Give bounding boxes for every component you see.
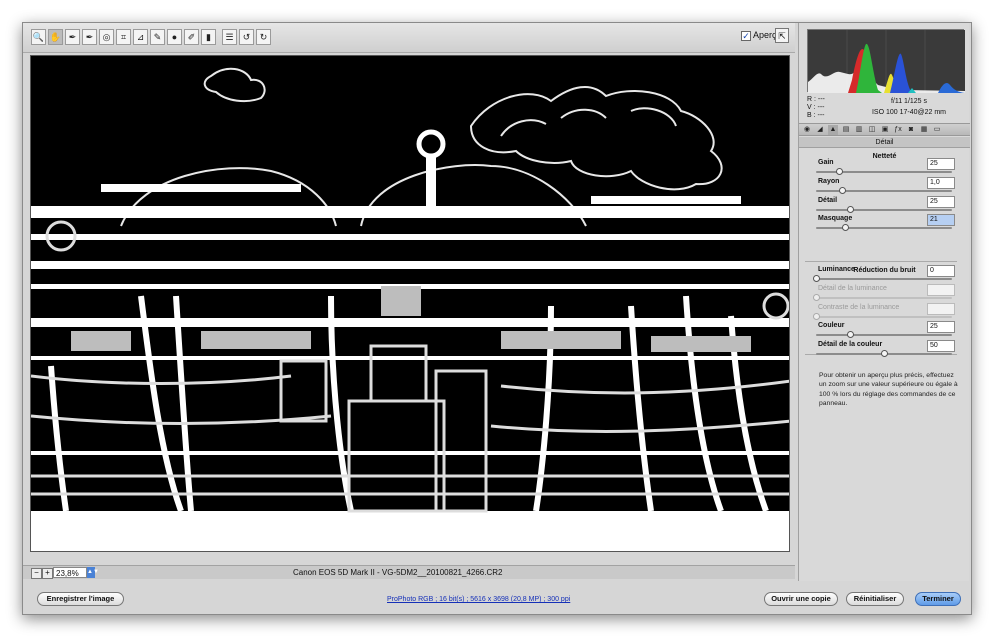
tab-settings[interactable]: ▭ [932, 125, 942, 135]
detail-value-field[interactable]: 25 [927, 196, 955, 208]
tab-detail[interactable]: ▲ [828, 125, 838, 135]
save-image-button[interactable]: Enregistrer l'image [37, 592, 124, 606]
masquage-value-field[interactable]: 21 [927, 214, 955, 226]
detail-de-la-couleur-slider[interactable] [816, 350, 952, 357]
detail-de-la-luminance-label: Détail de la luminance [818, 285, 887, 292]
detail-slider[interactable] [816, 206, 952, 213]
tab-snapshots[interactable]: ▦ [919, 125, 929, 135]
tab-split-toning[interactable]: ▥ [854, 125, 864, 135]
masquage-label: Masquage [818, 215, 853, 222]
masquage-slider-thumb[interactable] [841, 224, 849, 231]
detail-de-la-luminance-slider-thumb [813, 294, 820, 301]
detail-de-la-couleur-value-field[interactable]: 50 [927, 340, 955, 352]
camera-info: f/11 1/125 s ISO 100 17-40@22 mm [851, 96, 967, 118]
hand-tool-icon[interactable]: ✋ [48, 29, 63, 45]
detail-de-la-couleur-slider-thumb[interactable] [881, 350, 888, 357]
zoom-out-button[interactable]: − [31, 568, 42, 579]
preferences-icon[interactable]: ☰ [222, 29, 237, 45]
spot-removal-tool-icon[interactable]: ✎ [150, 29, 165, 45]
luminance-slider[interactable] [813, 275, 952, 282]
detail-label: Détail [818, 197, 838, 204]
panel-tabs: ◉ ◢ ▲ ▤ ▥ ◫ ▣ ƒx ◙ ▦ ▭ [799, 123, 970, 136]
rayon-label: Rayon [818, 178, 840, 185]
zoom-status-bar: − + 23,8% ▲▼ Canon EOS 5D Mark II - VG-5… [23, 565, 795, 579]
done-button[interactable]: Terminer [915, 592, 961, 606]
white-balance-tool-icon[interactable]: ✒ [65, 29, 80, 45]
luminance-label: Luminance [818, 266, 855, 273]
rotate-right-icon[interactable]: ↻ [256, 29, 271, 45]
luminance-slider-thumb[interactable] [813, 275, 820, 282]
detail-slider-thumb[interactable] [847, 206, 854, 213]
zoom-in-button[interactable]: + [42, 568, 53, 579]
panel-title: Détail [799, 137, 970, 148]
masked-photo-preview [31, 56, 789, 551]
tab-hsl[interactable]: ▤ [841, 125, 851, 135]
detail-de-la-couleur-label: Détail de la couleur [818, 341, 883, 348]
targeted-adjustment-tool-icon[interactable]: ◎ [99, 29, 114, 45]
contraste-de-la-luminance-slider [813, 313, 952, 320]
tab-effects[interactable]: ▣ [880, 125, 890, 135]
couleur-slider-thumb[interactable] [847, 331, 854, 338]
tab-tone-curve[interactable]: ◢ [815, 125, 825, 135]
toolbar: 🔍 ✋ ✒ ✒ ◎ ⌗ ⊿ ✎ ● ✐ ▮ ☰ ↺ ↻ ✓ Aperçu ⇱ [23, 23, 795, 53]
gain-value-field[interactable]: 25 [927, 158, 955, 170]
zoom-level-field[interactable]: 23,8% [53, 567, 87, 578]
rayon-value-field[interactable]: 1,0 [927, 177, 955, 189]
gain-label: Gain [818, 159, 834, 166]
rayon-slider-thumb[interactable] [838, 187, 846, 194]
detail-de-la-luminance-value-field [927, 284, 955, 296]
straighten-tool-icon[interactable]: ⊿ [133, 29, 148, 45]
graduated-filter-icon[interactable]: ▮ [201, 29, 216, 45]
file-name-label: Canon EOS 5D Mark II - VG-5DM2__20100821… [293, 568, 503, 577]
fullscreen-toggle-button[interactable]: ⇱ [775, 28, 789, 43]
tab-camera-calibration[interactable]: ƒx [893, 125, 903, 135]
adjustment-brush-icon[interactable]: ✐ [184, 29, 199, 45]
histogram [807, 29, 965, 93]
section-divider [805, 261, 957, 262]
iso-lens-info: ISO 100 17-40@22 mm [871, 109, 947, 116]
workflow-options-link[interactable]: ProPhoto RGB ; 16 bit(s) ; 5616 x 3698 (… [387, 596, 570, 603]
detail-de-la-luminance-slider [813, 294, 952, 301]
couleur-value-field[interactable]: 25 [927, 321, 955, 333]
zoom-hint-text: Pour obtenir un aperçu plus précis, effe… [819, 372, 958, 407]
rotate-left-icon[interactable]: ↺ [239, 29, 254, 45]
blue-readout: B : --- [807, 112, 825, 119]
crop-tool-icon[interactable]: ⌗ [116, 29, 131, 45]
tab-presets[interactable]: ◙ [906, 125, 916, 135]
gain-slider-thumb[interactable] [836, 168, 844, 175]
contraste-de-la-luminance-slider-thumb [813, 313, 820, 320]
open-copy-button[interactable]: Ouvrir une copie [764, 592, 838, 606]
image-preview[interactable] [30, 55, 790, 552]
zoom-tool-icon[interactable]: 🔍 [31, 29, 46, 45]
exposure-info: f/11 1/125 s [890, 98, 928, 105]
histogram-graph [808, 30, 965, 93]
preview-checkbox[interactable]: ✓ [741, 31, 751, 41]
red-eye-tool-icon[interactable]: ● [167, 29, 182, 45]
couleur-label: Couleur [818, 322, 845, 329]
couleur-slider[interactable] [816, 331, 952, 338]
contraste-de-la-luminance-value-field [927, 303, 955, 315]
color-sampler-tool-icon[interactable]: ✒ [82, 29, 97, 45]
reset-button[interactable]: Réinitialiser [846, 592, 904, 606]
contraste-de-la-luminance-label: Contraste de la luminance [818, 304, 900, 311]
camera-raw-window: 🔍 ✋ ✒ ✒ ◎ ⌗ ⊿ ✎ ● ✐ ▮ ☰ ↺ ↻ ✓ Aperçu ⇱ −… [22, 22, 972, 615]
rayon-slider[interactable] [816, 187, 952, 194]
tab-basic[interactable]: ◉ [802, 125, 812, 135]
luminance-value-field[interactable]: 0 [927, 265, 955, 277]
adjustment-sidebar: R : --- V : --- B : --- f/11 1/125 s ISO… [798, 23, 970, 581]
masquage-slider[interactable] [816, 224, 952, 231]
gain-slider[interactable] [816, 168, 952, 175]
tab-lens-corrections[interactable]: ◫ [867, 125, 877, 135]
zoom-level-dropdown[interactable]: ▲▼ [87, 567, 99, 578]
